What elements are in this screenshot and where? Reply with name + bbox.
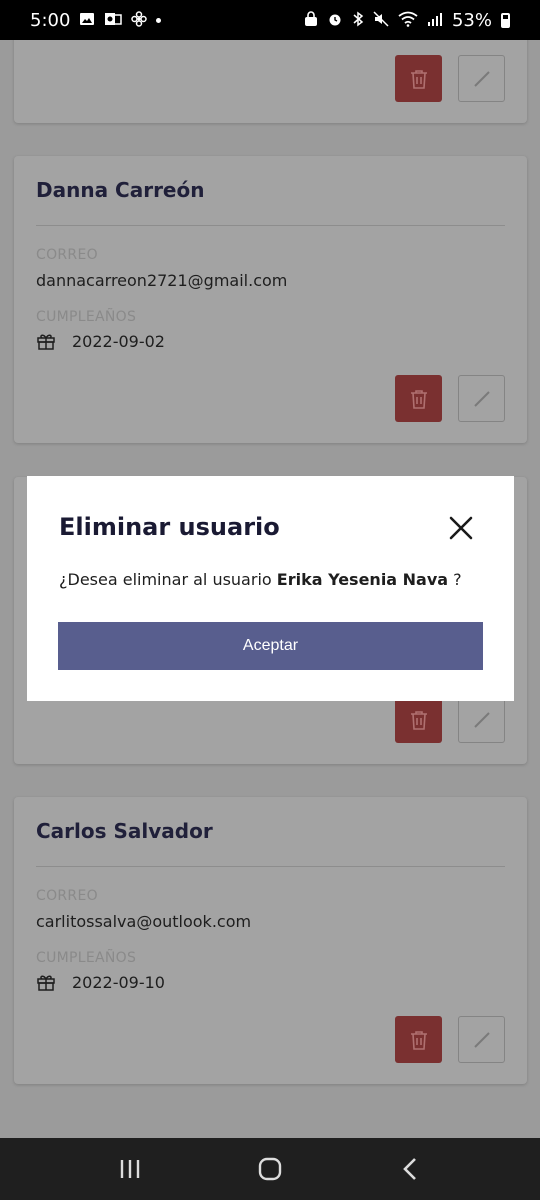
image-icon xyxy=(79,11,95,30)
birthday-label: CUMPLEAÑOS xyxy=(36,950,137,966)
user-name: Carlos Salvador xyxy=(36,819,213,843)
wifi-icon xyxy=(398,11,418,30)
target-user-name: Erika Yesenia Nava xyxy=(276,570,449,589)
status-bar-right: 53% xyxy=(304,10,510,31)
delete-user-button[interactable] xyxy=(395,375,442,422)
message-prefix: ¿Desea eliminar al usuario xyxy=(59,570,277,589)
birthday-value: 2022-09-02 xyxy=(72,331,165,351)
delete-user-button[interactable] xyxy=(395,1016,442,1063)
trash-icon xyxy=(410,710,427,730)
edit-user-button[interactable] xyxy=(458,55,505,102)
pencil-icon xyxy=(473,70,490,87)
message-suffix: ? xyxy=(448,570,462,589)
user-card: Carlos Salvador CORREO carlitossalva@out… xyxy=(14,797,527,1084)
mute-icon xyxy=(373,10,389,30)
status-bar: 5:00 53% xyxy=(0,0,540,40)
user-card: Danna Carreón CORREO dannacarreon2721@gm… xyxy=(14,156,527,443)
edit-user-button[interactable] xyxy=(458,696,505,743)
back-button[interactable] xyxy=(390,1149,430,1189)
birthday-row: 2022-09-02 xyxy=(36,331,165,351)
edit-user-button[interactable] xyxy=(458,1016,505,1063)
status-bar-left: 5:00 xyxy=(30,9,162,31)
dialog-title: Eliminar usuario xyxy=(59,513,280,541)
trash-icon xyxy=(410,389,427,409)
card-divider xyxy=(36,866,505,867)
email-value: dannacarreon2721@gmail.com xyxy=(36,271,288,290)
alarm-icon xyxy=(327,11,343,30)
email-label: CORREO xyxy=(36,888,98,904)
birthday-label: CUMPLEAÑOS xyxy=(36,309,137,325)
recents-icon xyxy=(120,1160,140,1178)
home-button[interactable] xyxy=(250,1149,290,1189)
delete-user-button[interactable] xyxy=(395,55,442,102)
delete-user-dialog: Eliminar usuario ¿Desea eliminar al usua… xyxy=(27,476,514,701)
pencil-icon xyxy=(473,711,490,728)
navigation-bar xyxy=(0,1138,540,1200)
bluetooth-icon xyxy=(352,11,364,30)
email-label: CORREO xyxy=(36,247,98,263)
trash-icon xyxy=(410,69,427,89)
dialog-message: ¿Desea eliminar al usuario Erika Yesenia… xyxy=(59,570,462,589)
card-divider xyxy=(36,225,505,226)
status-time: 5:00 xyxy=(30,9,71,31)
accept-button[interactable]: Aceptar xyxy=(58,622,483,670)
signal-icon xyxy=(427,11,443,30)
birthday-value: 2022-09-10 xyxy=(72,972,165,992)
user-name: Danna Carreón xyxy=(36,178,205,202)
gift-icon xyxy=(37,334,55,350)
home-icon xyxy=(258,1157,282,1181)
notification-dot-icon xyxy=(156,17,162,23)
close-dialog-button[interactable] xyxy=(447,514,475,542)
delete-user-button[interactable] xyxy=(395,696,442,743)
close-icon xyxy=(449,516,473,540)
recent-apps-button[interactable] xyxy=(110,1149,150,1189)
email-value: carlitossalva@outlook.com xyxy=(36,912,252,931)
trash-icon xyxy=(410,1030,427,1050)
birthday-row: 2022-09-10 xyxy=(36,972,165,992)
pencil-icon xyxy=(473,1031,490,1048)
pencil-icon xyxy=(473,390,490,407)
edit-user-button[interactable] xyxy=(458,375,505,422)
fan-icon xyxy=(131,10,148,30)
back-icon xyxy=(403,1158,416,1180)
user-card-partial xyxy=(14,40,527,123)
gift-icon xyxy=(37,975,55,991)
outlook-icon xyxy=(104,11,123,30)
battery-icon xyxy=(501,12,510,28)
lock-icon xyxy=(304,10,318,30)
battery-percent: 53% xyxy=(451,9,492,31)
